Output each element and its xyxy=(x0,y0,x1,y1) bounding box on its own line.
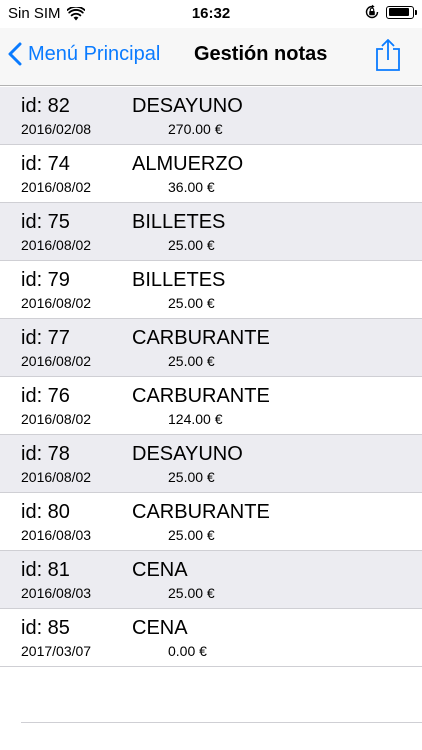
list-bottom-divider xyxy=(21,722,422,723)
note-concept: DESAYUNO xyxy=(132,443,243,465)
note-date: 2016/08/02 xyxy=(21,469,92,485)
table-row[interactable]: id: 76 2016/08/02 CARBURANTE 124.00 € xyxy=(0,377,422,435)
status-bar: Sin SIM 16:32 xyxy=(0,0,422,28)
status-time: 16:32 xyxy=(191,5,231,22)
note-amount: 25.00 € xyxy=(168,237,215,253)
chevron-left-icon xyxy=(8,42,22,66)
table-row[interactable]: id: 79 2016/08/02 BILLETES 25.00 € xyxy=(0,261,422,319)
note-amount: 36.00 € xyxy=(168,179,215,195)
note-concept: CARBURANTE xyxy=(132,385,270,407)
note-concept: CENA xyxy=(132,617,188,639)
back-button-label: Menú Principal xyxy=(28,42,161,65)
note-id: id: 81 xyxy=(21,559,70,581)
table-row[interactable]: id: 81 2016/08/03 CENA 25.00 € xyxy=(0,551,422,609)
note-concept: BILLETES xyxy=(132,211,226,233)
table-row[interactable]: id: 80 2016/08/03 CARBURANTE 25.00 € xyxy=(0,493,422,551)
note-id: id: 77 xyxy=(21,327,70,349)
table-row[interactable]: id: 78 2016/08/02 DESAYUNO 25.00 € xyxy=(0,435,422,493)
note-date: 2016/08/02 xyxy=(21,411,92,427)
table-row[interactable]: id: 82 2016/02/08 DESAYUNO 270.00 € xyxy=(0,87,422,145)
table-row[interactable]: id: 85 2017/03/07 CENA 0.00 € xyxy=(0,609,422,667)
note-amount: 0.00 € xyxy=(168,643,207,659)
note-id: id: 80 xyxy=(21,501,70,523)
note-date: 2017/03/07 xyxy=(21,643,92,659)
note-amount: 25.00 € xyxy=(168,527,215,543)
note-date: 2016/08/02 xyxy=(21,353,92,369)
note-amount: 124.00 € xyxy=(168,411,223,427)
note-date: 2016/08/03 xyxy=(21,527,92,543)
note-date: 2016/08/02 xyxy=(21,179,92,195)
note-id: id: 76 xyxy=(21,385,70,407)
note-id: id: 79 xyxy=(21,269,70,291)
note-concept: CARBURANTE xyxy=(132,327,270,349)
note-concept: DESAYUNO xyxy=(132,95,243,117)
note-id: id: 78 xyxy=(21,443,70,465)
note-concept: CENA xyxy=(132,559,188,581)
note-date: 2016/08/02 xyxy=(21,295,92,311)
note-amount: 25.00 € xyxy=(168,295,215,311)
note-date: 2016/08/02 xyxy=(21,237,92,253)
battery-fill xyxy=(388,8,410,16)
share-icon[interactable] xyxy=(374,38,402,72)
note-concept: BILLETES xyxy=(132,269,226,291)
note-concept: CARBURANTE xyxy=(132,501,270,523)
note-amount: 25.00 € xyxy=(168,585,215,601)
note-id: id: 85 xyxy=(21,617,70,639)
note-amount: 270.00 € xyxy=(168,121,223,137)
note-amount: 25.00 € xyxy=(168,469,215,485)
table-row[interactable]: id: 74 2016/08/02 ALMUERZO 36.00 € xyxy=(0,145,422,203)
table-row[interactable]: id: 77 2016/08/02 CARBURANTE 25.00 € xyxy=(0,319,422,377)
battery-icon xyxy=(386,5,417,19)
status-right xyxy=(364,4,417,20)
navigation-bar: Menú Principal Gestión notas xyxy=(0,28,422,86)
orientation-lock-icon xyxy=(365,4,379,19)
note-concept: ALMUERZO xyxy=(132,153,244,175)
page-title: Gestión notas xyxy=(194,43,328,65)
note-id: id: 75 xyxy=(21,211,70,233)
table-row[interactable]: id: 75 2016/08/02 BILLETES 25.00 € xyxy=(0,203,422,261)
note-date: 2016/08/03 xyxy=(21,585,92,601)
note-date: 2016/02/08 xyxy=(21,121,92,137)
notes-list: id: 82 2016/02/08 DESAYUNO 270.00 € id: 74 20… xyxy=(0,87,422,667)
back-button[interactable]: Menú Principal xyxy=(8,42,160,66)
note-amount: 25.00 € xyxy=(168,353,215,369)
note-id: id: 74 xyxy=(21,153,70,175)
note-id: id: 82 xyxy=(21,95,70,117)
